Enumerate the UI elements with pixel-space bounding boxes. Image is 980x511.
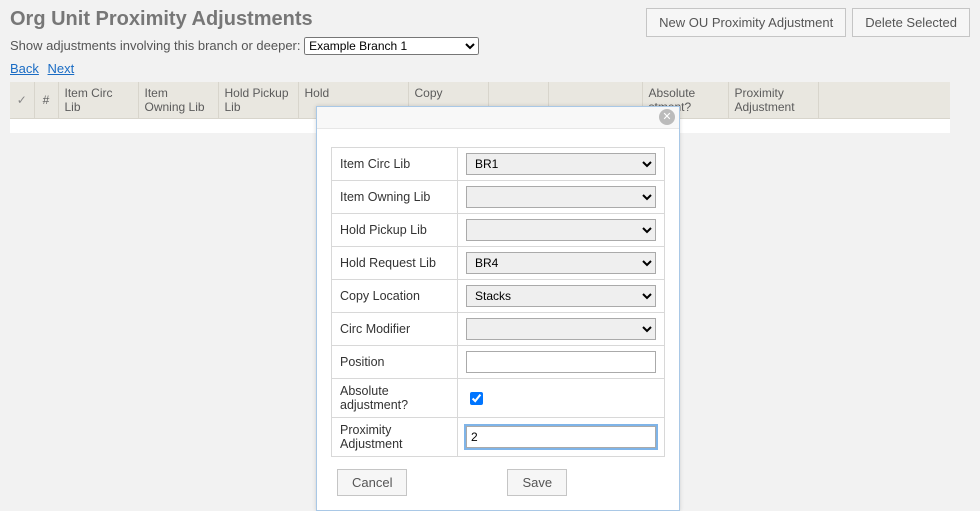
label-copy-location: Copy Location — [332, 280, 458, 313]
label-item-owning-lib: Item Owning Lib — [332, 181, 458, 214]
label-hold-request-lib: Hold Request Lib — [332, 247, 458, 280]
input-item-circ-lib[interactable]: BR1 — [466, 153, 656, 175]
new-ou-proximity-button[interactable]: New OU Proximity Adjustment — [646, 8, 846, 37]
next-link[interactable]: Next — [48, 61, 75, 76]
col-prox-adj: Proximity Adjustment — [728, 82, 818, 119]
save-button[interactable]: Save — [507, 469, 567, 496]
input-item-owning-lib[interactable] — [466, 186, 656, 208]
input-hold-pickup-lib[interactable] — [466, 219, 656, 241]
label-hold-pickup-lib: Hold Pickup Lib — [332, 214, 458, 247]
label-circ-modifier: Circ Modifier — [332, 313, 458, 346]
col-num: # — [34, 82, 58, 119]
col-spacer — [818, 82, 950, 119]
label-item-circ-lib: Item Circ Lib — [332, 148, 458, 181]
input-hold-request-lib[interactable]: BR4 — [466, 252, 656, 274]
branch-select[interactable]: Example Branch 1 — [304, 37, 479, 55]
page-title: Org Unit Proximity Adjustments — [10, 8, 313, 31]
input-absolute-adjustment[interactable] — [470, 392, 483, 405]
filter-label: Show adjustments involving this branch o… — [10, 38, 301, 53]
close-icon[interactable]: ✕ — [659, 109, 675, 125]
cancel-button[interactable]: Cancel — [337, 469, 407, 496]
label-absolute-adjustment: Absolute adjustment? — [332, 379, 458, 418]
col-item-owning-lib: Item Owning Lib — [138, 82, 218, 119]
delete-selected-button[interactable]: Delete Selected — [852, 8, 970, 37]
input-circ-modifier[interactable] — [466, 318, 656, 340]
col-check[interactable]: ✓ — [10, 82, 34, 119]
input-copy-location[interactable]: Stacks — [466, 285, 656, 307]
edit-dialog: ✕ Item Circ Lib BR1 Item Owning Lib Hold… — [316, 106, 680, 511]
back-link[interactable]: Back — [10, 61, 39, 76]
input-position[interactable] — [466, 351, 656, 373]
input-proximity-adjustment[interactable] — [466, 426, 656, 448]
col-hold-pickup-lib: Hold Pickup Lib — [218, 82, 298, 119]
label-proximity-adjustment: Proximity Adjustment — [332, 418, 458, 457]
label-position: Position — [332, 346, 458, 379]
dialog-header[interactable]: ✕ — [317, 107, 679, 129]
col-item-circ-lib: Item Circ Lib — [58, 82, 138, 119]
